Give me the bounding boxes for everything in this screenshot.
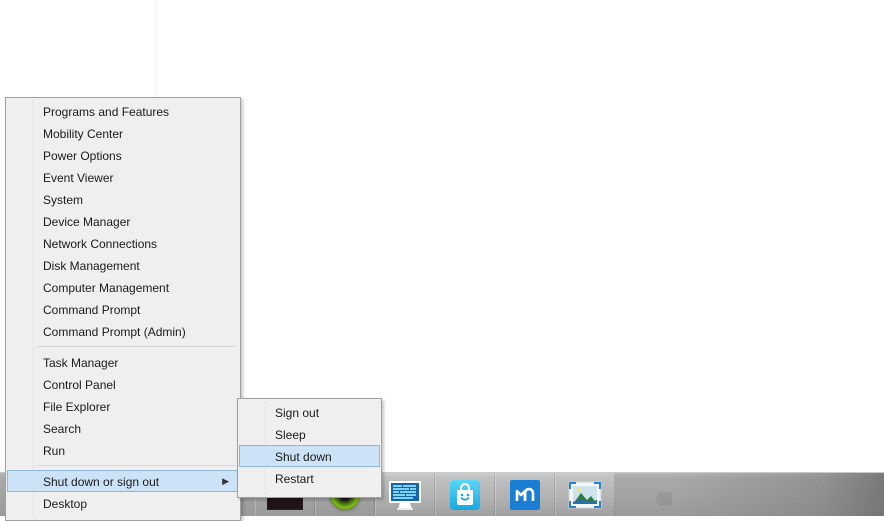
menu-separator [37,465,236,466]
menu-item-control-panel[interactable]: Control Panel [7,373,239,395]
chevron-right-icon: ▶ [222,476,229,486]
menu-item-label: Mobility Center [43,127,124,141]
menu-item-label: System [43,193,84,207]
menu-item-disk-management[interactable]: Disk Management [7,254,239,276]
menu-item-event-viewer[interactable]: Event Viewer [7,166,239,188]
menu-item-run[interactable]: Run [7,439,239,461]
submenu-item-sleep[interactable]: Sleep [239,423,380,445]
menu-item-label: Command Prompt [43,303,141,317]
menu-item-label: Restart [275,472,314,486]
taskbar-watermark-icon [656,492,672,506]
menu-item-label: Computer Management [43,281,170,295]
menu-item-command-prompt-admin[interactable]: Command Prompt (Admin) [7,320,239,342]
shut-down-submenu[interactable]: Sign out Sleep Shut down Restart [237,398,382,498]
menu-item-search[interactable]: Search [7,417,239,439]
submenu-item-sign-out[interactable]: Sign out [239,401,380,423]
maxthon-browser-icon [510,479,540,510]
menu-item-computer-management[interactable]: Computer Management [7,276,239,298]
menu-item-command-prompt[interactable]: Command Prompt [7,298,239,320]
taskbar-app-store[interactable] [435,473,495,516]
menu-item-device-manager[interactable]: Device Manager [7,210,239,232]
menu-item-label: Task Manager [43,356,119,370]
menu-item-label: Shut down or sign out [43,475,160,489]
menu-item-label: Sign out [275,406,320,420]
menu-item-label: Power Options [43,149,122,163]
menu-item-label: Sleep [275,428,306,442]
menu-item-label: Programs and Features [43,105,170,119]
menu-item-label: Device Manager [43,215,131,229]
winx-power-user-menu[interactable]: Programs and Features Mobility Center Po… [5,97,241,521]
menu-item-file-explorer[interactable]: File Explorer [7,395,239,417]
menu-item-label: Network Connections [43,237,158,251]
monitor-icon [389,480,421,510]
menu-item-programs-and-features[interactable]: Programs and Features [7,100,239,122]
menu-item-label: Desktop [43,497,88,511]
menu-item-label: Shut down [275,450,332,464]
menu-item-task-manager[interactable]: Task Manager [7,351,239,373]
submenu-item-shut-down[interactable]: Shut down [239,445,380,467]
menu-item-label: Search [43,422,82,436]
menu-item-power-options[interactable]: Power Options [7,144,239,166]
taskbar-right-region [674,473,884,516]
menu-item-label: Event Viewer [43,171,114,185]
store-bag-icon [450,479,480,510]
menu-item-label: Disk Management [43,259,140,273]
taskbar-app-remote-desktop[interactable] [375,473,435,516]
menu-item-label: Run [43,444,66,458]
menu-item-shut-down-or-sign-out[interactable]: Shut down or sign out ▶ [7,470,239,492]
menu-item-label: Control Panel [43,378,116,392]
menu-separator [37,346,236,347]
taskbar-app-photo-viewer[interactable] [555,473,615,516]
menu-item-mobility-center[interactable]: Mobility Center [7,122,239,144]
taskbar-app-maxthon[interactable] [495,473,555,516]
menu-item-desktop[interactable]: Desktop [7,492,239,514]
menu-item-network-connections[interactable]: Network Connections [7,232,239,254]
photo-icon [568,481,602,508]
menu-item-label: File Explorer [43,400,111,414]
menu-item-system[interactable]: System [7,188,239,210]
submenu-item-restart[interactable]: Restart [239,467,380,489]
menu-item-label: Command Prompt (Admin) [43,325,186,339]
